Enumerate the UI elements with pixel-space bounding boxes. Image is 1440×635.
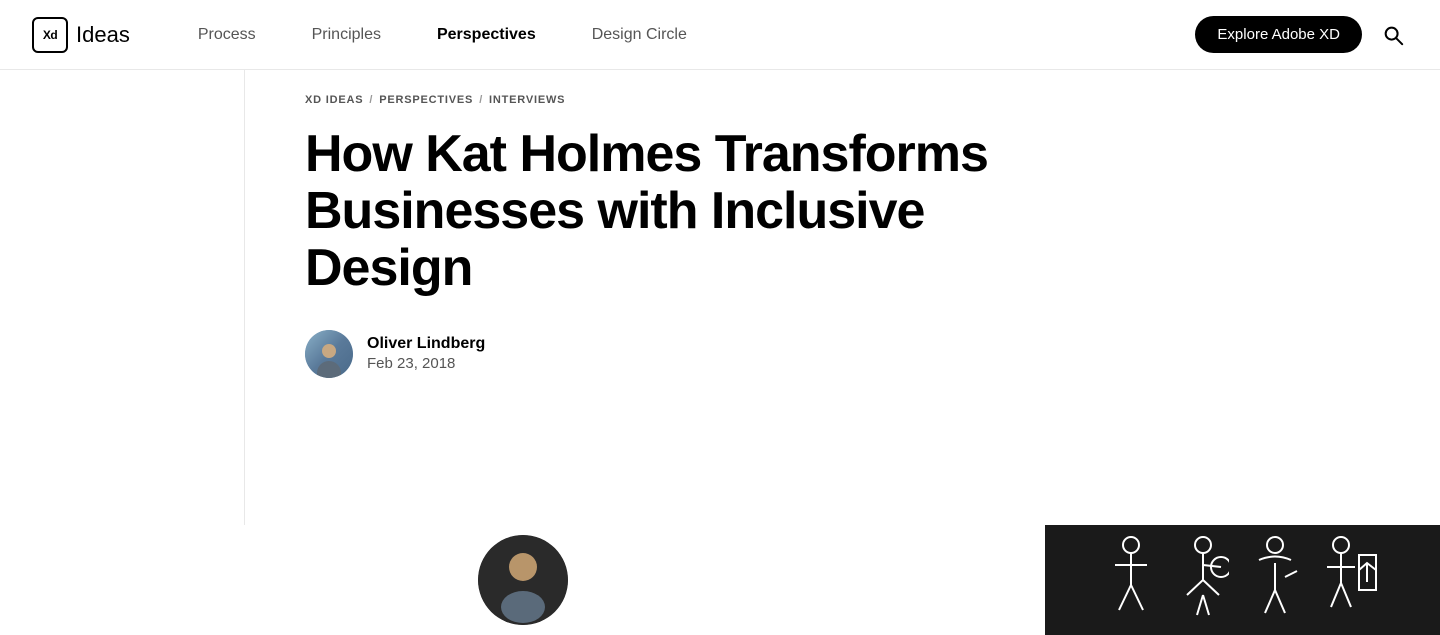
nav-right: Explore Adobe XD [1195, 16, 1408, 53]
breadcrumb-sep-1: / [369, 94, 373, 106]
person-circle-image [478, 535, 568, 625]
search-icon [1382, 24, 1404, 46]
icon-row [1085, 535, 1401, 625]
avatar-body [317, 361, 341, 378]
author-date: Feb 23, 2018 [367, 355, 485, 372]
nav-link-perspectives[interactable]: Perspectives [409, 26, 564, 44]
breadcrumb-sep-2: / [479, 94, 483, 106]
main-nav: Xd Ideas Process Principles Perspectives… [0, 0, 1440, 70]
author-info: Oliver Lindberg Feb 23, 2018 [367, 335, 485, 372]
logo-link[interactable]: Xd Ideas [32, 17, 130, 53]
nav-link-design-circle[interactable]: Design Circle [564, 26, 715, 44]
brand-name: Ideas [76, 22, 130, 48]
explore-adobe-xd-button[interactable]: Explore Adobe XD [1195, 16, 1362, 53]
bottom-right-panel [1045, 525, 1440, 635]
article-area: XD IDEAS / PERSPECTIVES / INTERVIEWS How… [245, 70, 1145, 525]
avatar-person-shape [314, 344, 344, 378]
icon-figure-4 [1321, 535, 1381, 625]
avatar-image [305, 330, 353, 378]
left-sidebar [0, 70, 245, 525]
nav-links: Process Principles Perspectives Design C… [170, 26, 1196, 44]
nav-link-principles[interactable]: Principles [284, 26, 409, 44]
author-avatar [305, 330, 353, 378]
main-content: XD IDEAS / PERSPECTIVES / INTERVIEWS How… [0, 70, 1440, 525]
bottom-left-image [0, 525, 1045, 635]
avatar-head [322, 344, 336, 358]
author-name: Oliver Lindberg [367, 335, 485, 353]
breadcrumb: XD IDEAS / PERSPECTIVES / INTERVIEWS [305, 70, 1085, 126]
bottom-area [0, 525, 1440, 635]
icon-figure-2 [1177, 535, 1229, 625]
breadcrumb-perspectives[interactable]: PERSPECTIVES [379, 94, 473, 106]
author-row: Oliver Lindberg Feb 23, 2018 [305, 330, 1085, 378]
article-title: How Kat Holmes Transforms Businesses wit… [305, 126, 1045, 298]
search-button[interactable] [1378, 20, 1408, 50]
breadcrumb-interviews[interactable]: INTERVIEWS [489, 94, 565, 106]
xd-logo-badge: Xd [32, 17, 68, 53]
breadcrumb-xd-ideas[interactable]: XD IDEAS [305, 94, 363, 106]
nav-link-process[interactable]: Process [170, 26, 284, 44]
icon-figure-1 [1105, 535, 1157, 625]
person-silhouette [478, 535, 568, 625]
icon-figure-3 [1249, 535, 1301, 625]
